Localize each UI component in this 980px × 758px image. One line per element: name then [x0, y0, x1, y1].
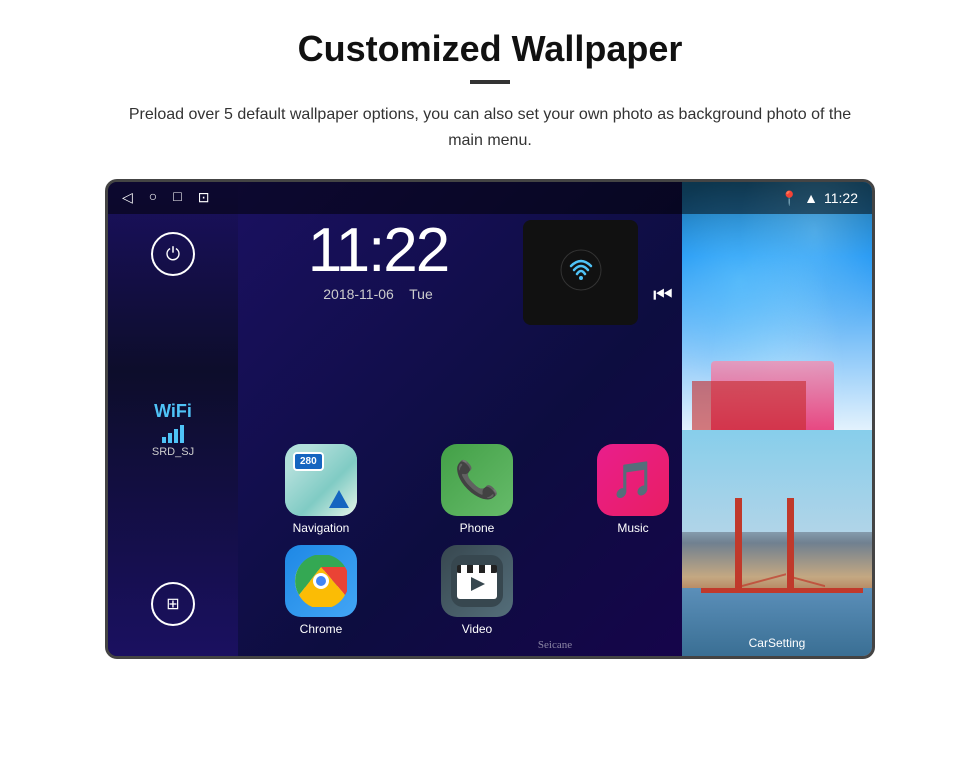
power-button[interactable]: ⏻ [151, 232, 195, 276]
grid-icon: ⊞ [166, 594, 179, 614]
power-icon: ⏻ [166, 244, 180, 265]
navigation-icon: 280 [285, 444, 357, 516]
recents-icon[interactable]: □ [173, 190, 181, 206]
wallpaper-panels: CarSetting [682, 182, 872, 656]
left-sidebar: ⏻ WiFi SRD_SJ ⊞ [108, 182, 238, 656]
clock-widget: 11:22 2018-11-06 Tue [238, 220, 518, 302]
phone-label: Phone [460, 521, 495, 535]
app-navigation[interactable]: 280 Navigation [248, 444, 394, 535]
location-icon: 📍 [781, 190, 798, 207]
phone-icon: 📞 [441, 444, 513, 516]
music-glyph: 🎵 [611, 459, 656, 501]
wifi-signal [162, 425, 184, 443]
bridge-deck [701, 588, 863, 593]
status-bar-right: 📍 ▲ 11:22 [781, 190, 858, 207]
wifi-info: WiFi SRD_SJ [152, 401, 194, 458]
video-label: Video [462, 622, 492, 636]
screenshot-icon[interactable]: ⊡ [198, 190, 210, 207]
back-icon[interactable]: ◁ [122, 190, 133, 207]
phone-glyph: 📞 [455, 459, 500, 501]
music-label: Music [617, 521, 648, 535]
media-icon [557, 246, 605, 299]
skip-prev-icon[interactable]: ⏮ [653, 282, 673, 308]
bridge-scene [682, 430, 872, 656]
carsetting-container: CarSetting [682, 634, 872, 652]
nav-road-sign: 280 [293, 452, 324, 471]
status-bar-left: ◁ ○ □ ⊡ [122, 190, 209, 207]
chrome-icon [285, 545, 357, 617]
status-time: 11:22 [824, 190, 858, 206]
wifi-icon: ▲ [804, 190, 818, 206]
video-icon [441, 545, 513, 617]
app-phone[interactable]: 📞 Phone [404, 444, 550, 535]
nav-arrow [329, 490, 349, 508]
wifi-bar-4 [180, 425, 184, 443]
apps-button[interactable]: ⊞ [151, 582, 195, 626]
wifi-bar-1 [162, 437, 166, 443]
clock-time: 11:22 [238, 220, 518, 282]
page-description: Preload over 5 default wallpaper options… [110, 102, 870, 153]
clock-date: 2018-11-06 Tue [238, 286, 518, 302]
sky [682, 430, 872, 532]
status-bar: ◁ ○ □ ⊡ 📍 ▲ 11:22 [108, 182, 872, 214]
device-frame: ◁ ○ □ ⊡ 📍 ▲ 11:22 ⏻ WiFi [105, 179, 875, 659]
wallpaper-top [682, 182, 872, 430]
navigation-label: Navigation [293, 521, 350, 535]
building-base [692, 381, 806, 431]
bridge-tower-right [787, 498, 794, 593]
bridge-tower-left [735, 498, 742, 593]
chrome-label: Chrome [300, 622, 343, 636]
music-icon: 🎵 [597, 444, 669, 516]
watermark: Seicane [538, 639, 572, 651]
bridge-cable-1 [735, 573, 786, 589]
page-title: Customized Wallpaper [298, 28, 683, 70]
wifi-label: WiFi [154, 401, 192, 422]
wifi-ssid: SRD_SJ [152, 446, 194, 458]
home-icon[interactable]: ○ [149, 190, 157, 206]
wifi-bar-2 [168, 433, 172, 443]
app-video[interactable]: Video [404, 545, 550, 636]
media-widget[interactable] [523, 220, 638, 325]
wallpaper-bottom: CarSetting [682, 430, 872, 656]
wifi-bar-3 [174, 429, 178, 443]
carsetting-label[interactable]: CarSetting [749, 636, 806, 650]
main-area: 11:22 2018-11-06 Tue [238, 182, 872, 656]
title-divider [470, 80, 510, 84]
page-wrapper: Customized Wallpaper Preload over 5 defa… [0, 0, 980, 758]
app-chrome[interactable]: Chrome [248, 545, 394, 636]
